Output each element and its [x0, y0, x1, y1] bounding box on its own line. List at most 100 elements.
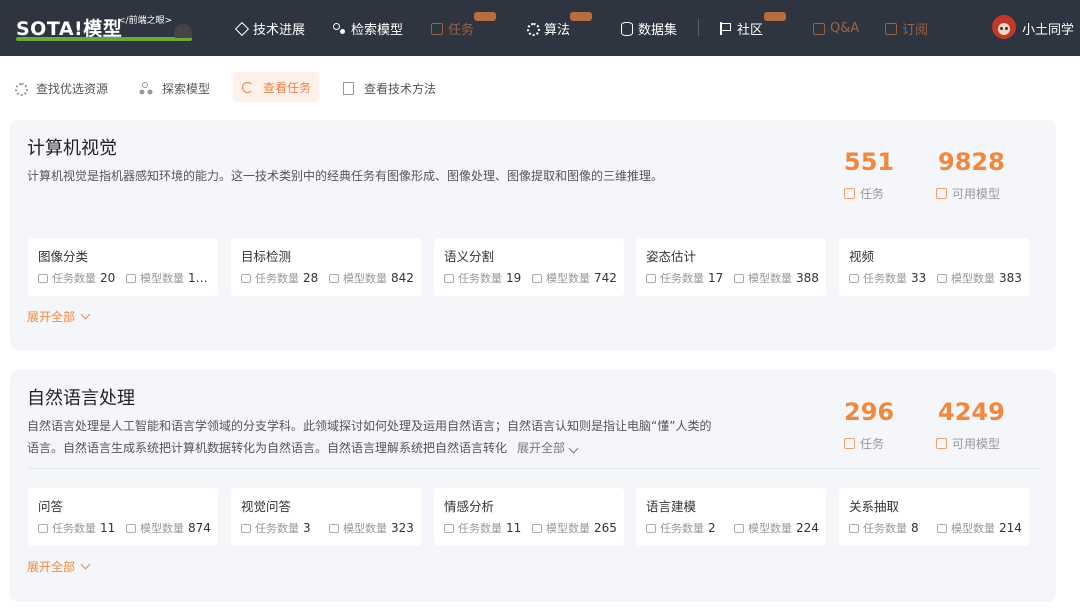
- task-icon: [444, 273, 454, 283]
- card-task-count: 任务数量 3: [241, 520, 311, 536]
- task-icon: [38, 273, 48, 283]
- card-title: 目标检测: [241, 249, 292, 264]
- task-icon: [646, 523, 656, 533]
- subnav-label: 查找优选资源: [36, 81, 109, 96]
- card-title: 语义分割: [444, 249, 495, 264]
- user-name[interactable]: 小土同学: [1022, 19, 1074, 38]
- section-divider: [27, 468, 1039, 469]
- card-title: 问答: [38, 499, 64, 514]
- card-model-count: 模型数量 383: [937, 270, 1022, 286]
- card-task-count: 任务数量 19: [444, 270, 521, 286]
- user-avatar[interactable]: [992, 15, 1016, 39]
- subnav-explore-models[interactable]: 探索模型: [136, 76, 214, 100]
- nav-label: Q&A: [830, 20, 860, 36]
- card-model-count: 模型数量 388: [734, 270, 819, 286]
- description-expand-link[interactable]: 展开全部: [517, 441, 579, 455]
- subnav-view-tasks[interactable]: 查看任务: [233, 72, 320, 102]
- nav-label: 数据集: [638, 22, 678, 38]
- task-icon: [241, 273, 251, 283]
- task-card[interactable]: 目标检测 任务数量 28 模型数量 842: [231, 238, 421, 296]
- card-task-count: 任务数量 20: [38, 270, 115, 286]
- task-icon: [241, 523, 251, 533]
- task-card[interactable]: 情感分析 任务数量 11 模型数量 265: [434, 488, 624, 546]
- logo-grass-decoration: [16, 37, 192, 41]
- section-title: 自然语言处理: [27, 388, 135, 409]
- task-icon: [849, 273, 859, 283]
- nav-datasets[interactable]: 数据集: [620, 18, 677, 38]
- model-icon: [937, 273, 947, 283]
- card-task-count: 任务数量 33: [849, 270, 926, 286]
- nav-badge: [764, 12, 786, 21]
- nodes-icon: [333, 22, 346, 35]
- task-card[interactable]: 语义分割 任务数量 19 模型数量 742: [434, 238, 624, 296]
- task-icon: [38, 523, 48, 533]
- nav-tech-progress[interactable]: 技术进展: [235, 18, 305, 38]
- nav-algorithms[interactable]: 算法: [526, 18, 570, 38]
- task-icon: [849, 523, 859, 533]
- card-title: 语言建模: [646, 499, 697, 514]
- card-task-count: 任务数量 17: [646, 270, 723, 286]
- model-icon: [936, 438, 947, 449]
- model-icon: [126, 273, 136, 283]
- model-icon: [532, 273, 542, 283]
- model-count: 9828: [938, 148, 1005, 176]
- nav-label: 社区: [737, 22, 764, 38]
- expand-all-button[interactable]: 展开全部: [27, 558, 91, 575]
- gear-icon: [14, 82, 28, 96]
- task-card[interactable]: 姿态估计 任务数量 17 模型数量 388: [636, 238, 826, 296]
- nav-label: 检索模型: [351, 22, 404, 38]
- model-icon: [329, 273, 339, 283]
- card-model-count: 模型数量 224: [734, 520, 819, 536]
- task-card[interactable]: 问答 任务数量 11 模型数量 874: [28, 488, 218, 546]
- card-title: 视觉问答: [241, 499, 292, 514]
- square-icon: [884, 22, 897, 35]
- model-icon: [734, 273, 744, 283]
- task-card[interactable]: 图像分类 任务数量 20 模型数量 1…: [28, 238, 218, 296]
- nav-community[interactable]: 社区: [719, 18, 763, 38]
- task-count: 551: [844, 148, 895, 176]
- nav-badge: [474, 12, 496, 21]
- model-count-label: 可用模型: [936, 435, 1000, 452]
- card-model-count: 模型数量 742: [532, 270, 617, 286]
- category-section-cv: 计算机视觉 计算机视觉是指机器感知环境的能力。这一技术类别中的经典任务有图像形成…: [10, 120, 1056, 350]
- card-model-count: 模型数量 265: [532, 520, 617, 536]
- nav-label: 任务: [448, 22, 475, 38]
- nav-tasks[interactable]: 任务: [430, 18, 474, 38]
- section-description: 自然语言处理是人工智能和语言学领域的分支学科。此领域探讨如何处理及运用自然语言；…: [27, 419, 712, 455]
- subnav-label: 查看技术方法: [364, 81, 437, 96]
- square-icon: [430, 22, 443, 35]
- nav-divider: [698, 19, 699, 36]
- task-card[interactable]: 视觉问答 任务数量 3 模型数量 323: [231, 488, 421, 546]
- chevron-down-icon: [80, 559, 91, 570]
- database-icon: [620, 21, 633, 36]
- task-count-label: 任务: [844, 185, 884, 202]
- nodes-icon: [140, 81, 153, 95]
- diamond-icon: [235, 22, 248, 35]
- nav-label: 算法: [544, 22, 571, 38]
- model-icon: [329, 523, 339, 533]
- nav-qa[interactable]: Q&A: [812, 18, 859, 38]
- flag-icon: [719, 21, 732, 35]
- card-title: 关系抽取: [849, 499, 900, 514]
- task-count: 296: [844, 398, 895, 426]
- chevron-down-icon: [80, 309, 91, 320]
- subnav-find-resources[interactable]: 查找优选资源: [10, 76, 112, 100]
- task-icon: [444, 523, 454, 533]
- task-card[interactable]: 语言建模 任务数量 2 模型数量 224: [636, 488, 826, 546]
- expand-all-button[interactable]: 展开全部: [27, 308, 91, 325]
- card-model-count: 模型数量 323: [329, 520, 414, 536]
- card-model-count: 模型数量 1…: [126, 270, 208, 286]
- nav-search-models[interactable]: 检索模型: [333, 18, 403, 38]
- square-icon: [812, 22, 825, 35]
- cycle-icon: [241, 81, 254, 94]
- subnav-view-methods[interactable]: 查看技术方法: [338, 76, 440, 100]
- task-card[interactable]: 视频 任务数量 33 模型数量 383: [839, 238, 1029, 296]
- nav-subscribe[interactable]: 订阅: [884, 18, 928, 38]
- logo-tagline: </前端之眼>: [118, 16, 173, 26]
- task-icon: [646, 273, 656, 283]
- nav-label: 技术进展: [253, 22, 306, 38]
- model-count-label: 可用模型: [936, 185, 1000, 202]
- task-card[interactable]: 关系抽取 任务数量 8 模型数量 214: [839, 488, 1029, 546]
- task-count-label: 任务: [844, 435, 884, 452]
- card-model-count: 模型数量 874: [126, 520, 211, 536]
